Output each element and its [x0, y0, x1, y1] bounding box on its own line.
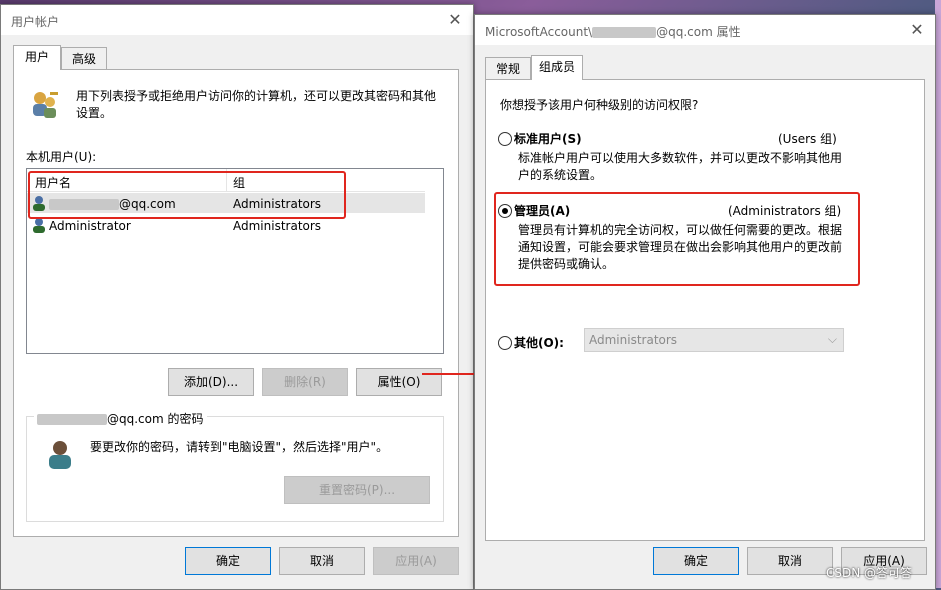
- cancel-button[interactable]: 取消: [279, 547, 365, 575]
- chevron-down-icon: ⌵: [827, 332, 837, 346]
- other-label[interactable]: 其他(O):: [514, 334, 564, 351]
- standard-user-label[interactable]: 标准用户(S): [514, 130, 582, 147]
- tab-users[interactable]: 用户: [13, 45, 61, 70]
- window-title: MicrosoftAccount\ @qq.com 属性: [485, 25, 741, 39]
- users-keys-icon: [28, 88, 60, 120]
- reset-password-button[interactable]: 重置密码(P)...: [284, 476, 430, 504]
- ok-button[interactable]: 确定: [653, 547, 739, 575]
- ok-button[interactable]: 确定: [185, 547, 271, 575]
- watermark: CSDN @答可答: [826, 566, 913, 580]
- tab-advanced[interactable]: 高级: [61, 47, 107, 70]
- password-group-title: @qq.com 的密码: [34, 410, 207, 427]
- standard-user-radio[interactable]: [498, 132, 512, 146]
- other-radio[interactable]: [498, 336, 512, 350]
- apply-button[interactable]: 应用(A): [373, 547, 459, 575]
- standard-user-description: 标准帐户用户可以使用大多数软件，并可以更改不影响其他用户的系统设置。: [518, 151, 843, 182]
- account-properties-dialog: MicrosoftAccount\ @qq.com 属性 ✕ 常规 组成员 你想授…: [474, 14, 936, 590]
- users-tab-panel: 用下列表授予或拒绝用户访问你的计算机，还可以更改其密码和其他设置。 本机用户(U…: [13, 69, 459, 537]
- add-button[interactable]: 添加(D)...: [168, 368, 254, 396]
- username-cell: Administrator: [49, 219, 131, 233]
- close-icon[interactable]: ✕: [445, 10, 465, 30]
- user-icon: [31, 217, 47, 236]
- password-group: [26, 416, 444, 522]
- membership-panel: 你想授予该用户何种级别的访问权限? 标准用户(S) (Users 组) 标准帐户…: [485, 79, 925, 541]
- redacted-text: [592, 27, 657, 38]
- select-value: Administrators: [589, 333, 678, 347]
- redacted-text: [37, 414, 107, 425]
- users-group-label: (Users 组): [778, 132, 837, 146]
- highlight-box: [494, 192, 860, 286]
- title-bar: 用户帐户 ✕: [1, 5, 473, 35]
- user-accounts-dialog: 用户帐户 ✕ 用户 高级 用下列表授予或拒绝用户访问你的计算机，还可以更改其密码…: [0, 4, 474, 590]
- tab-group-membership[interactable]: 组成员: [531, 55, 583, 80]
- access-question: 你想授予该用户何种级别的访问权限?: [500, 98, 699, 112]
- window-title: 用户帐户: [11, 15, 60, 29]
- close-icon[interactable]: ✕: [907, 20, 927, 40]
- user-icon: [44, 438, 76, 473]
- password-instructions: 要更改你的密码，请转到"电脑设置"，然后选择"用户"。: [90, 440, 389, 454]
- intro-text: 用下列表授予或拒绝用户访问你的计算机，还可以更改其密码和其他设置。: [76, 89, 437, 120]
- remove-button[interactable]: 删除(R): [262, 368, 348, 396]
- group-cell: Administrators: [233, 219, 322, 233]
- cancel-button[interactable]: 取消: [747, 547, 833, 575]
- other-group-select[interactable]: Administrators ⌵: [584, 328, 844, 352]
- title-bar: MicrosoftAccount\ @qq.com 属性 ✕: [475, 15, 935, 45]
- tab-general[interactable]: 常规: [485, 57, 531, 80]
- highlight-box: [28, 171, 346, 219]
- local-users-label: 本机用户(U):: [26, 150, 97, 164]
